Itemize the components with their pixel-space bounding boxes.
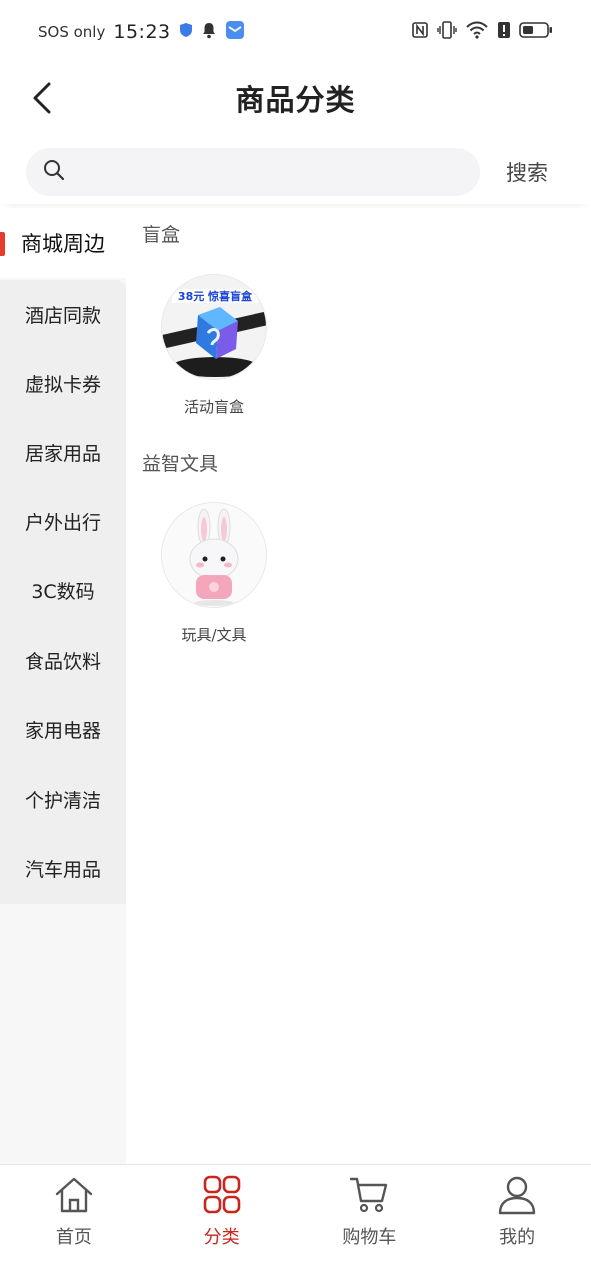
tab-label-home: 首页 — [55, 1227, 92, 1248]
section-title-blind-box: 盲盒 — [142, 224, 181, 246]
search-box[interactable] — [26, 148, 480, 196]
chevron-left-icon — [33, 82, 51, 114]
alert-icon — [497, 21, 511, 43]
user-icon — [496, 1175, 538, 1219]
sidebar-item-virtual-coupons[interactable]: 虚拟卡券 — [0, 348, 126, 418]
category-sidebar: 商城周边 酒店同款 虚拟卡券 居家用品 户外出行 3C数码 食品饮料 家用电器 … — [0, 208, 126, 1164]
section-title-educational-stationery: 益智文具 — [142, 453, 219, 475]
sidebar-item-mall-merch[interactable]: 商城周边 — [0, 208, 126, 278]
shield-icon — [179, 22, 193, 42]
sidebar-item-personal-care[interactable]: 个护清洁 — [0, 764, 126, 834]
product-label: 活动盲盒 — [183, 398, 244, 416]
tab-label-category: 分类 — [203, 1227, 240, 1248]
sidebar-item-food-drink[interactable]: 食品饮料 — [0, 625, 126, 695]
tab-category[interactable]: 分类 — [148, 1165, 296, 1280]
header: 商品分类 — [0, 64, 591, 132]
nfc-icon — [411, 21, 429, 43]
home-icon — [53, 1175, 95, 1219]
tab-home[interactable]: 首页 — [0, 1165, 148, 1280]
carrier-text: SOS only — [38, 23, 106, 41]
sidebar-item-appliances[interactable]: 家用电器 — [0, 694, 126, 764]
vibrate-icon — [437, 21, 457, 43]
tab-profile[interactable]: 我的 — [443, 1165, 591, 1280]
status-bar: SOS only 15:23 — [0, 0, 591, 64]
search-bar: 搜索 — [0, 140, 591, 204]
wifi-icon — [465, 21, 489, 43]
clock: 15:23 — [113, 21, 171, 43]
sidebar-item-3c-digital[interactable]: 3C数码 — [0, 555, 126, 625]
page: SOS only 15:23 商品分类 搜索 商城周边 酒店同款 虚拟卡券 居家… — [0, 0, 591, 1280]
page-title: 商品分类 — [235, 83, 356, 117]
battery-icon — [519, 21, 553, 43]
sidebar-item-home-goods[interactable]: 居家用品 — [0, 417, 126, 487]
back-button[interactable] — [22, 78, 62, 118]
sidebar-item-hotel-same[interactable]: 酒店同款 — [0, 279, 126, 349]
mail-icon — [225, 20, 245, 44]
product-image-blind-box: 38元 惊喜盲盒 — [161, 274, 267, 380]
search-input[interactable] — [76, 161, 456, 183]
grid-icon — [201, 1175, 243, 1219]
product-blind-box[interactable]: 38元 惊喜盲盒 活动盲盒 — [154, 274, 274, 417]
tab-cart[interactable]: 购物车 — [296, 1165, 444, 1280]
bell-icon — [201, 21, 217, 43]
svg-text:38元 惊喜盲盒: 38元 惊喜盲盒 — [178, 289, 253, 303]
search-button[interactable]: 搜索 — [506, 157, 548, 187]
product-label: 玩具/文具 — [181, 626, 247, 644]
tab-label-cart: 购物车 — [342, 1227, 397, 1248]
bottom-tab-bar: 首页 分类 购物车 我的 — [0, 1164, 591, 1280]
cart-icon — [348, 1175, 390, 1219]
category-content: 盲盒 38元 惊喜盲盒 活动盲盒 益智文具 玩具/文具 — [126, 208, 591, 1164]
sidebar-item-outdoor[interactable]: 户外出行 — [0, 486, 126, 556]
sidebar-item-car-goods[interactable]: 汽车用品 — [0, 833, 126, 903]
tab-label-profile: 我的 — [499, 1227, 536, 1248]
product-toys-stationery[interactable]: 玩具/文具 — [154, 502, 274, 645]
search-icon — [42, 158, 66, 186]
product-image-rabbit-toy — [161, 502, 267, 608]
